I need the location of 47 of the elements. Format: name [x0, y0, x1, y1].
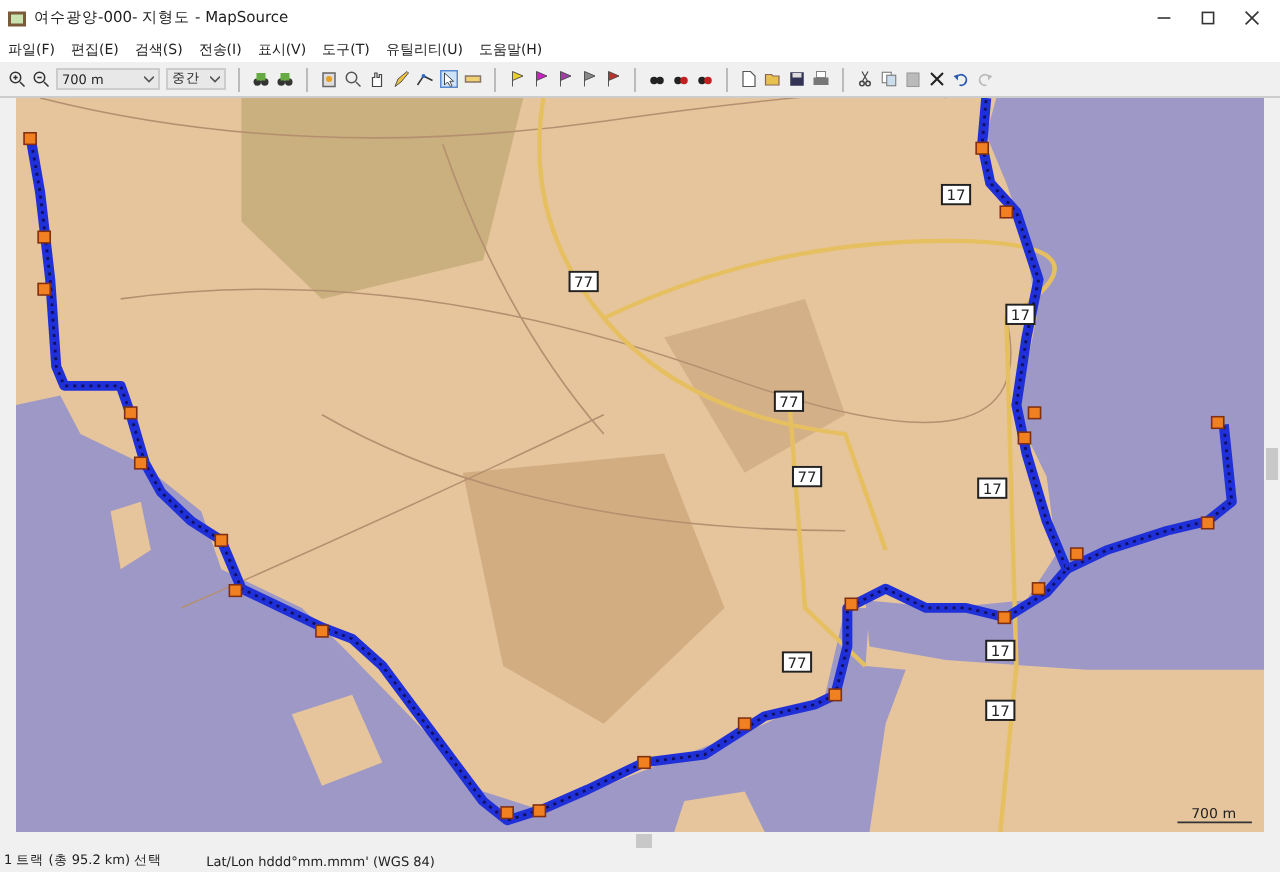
- waypoint-icon[interactable]: [1210, 415, 1225, 430]
- waypoint-icon[interactable]: [844, 597, 859, 611]
- waypoint-icon[interactable]: [315, 624, 329, 638]
- island: [291, 694, 383, 786]
- caret-icon: [144, 75, 154, 83]
- undo-icon[interactable]: [952, 70, 970, 88]
- waypoint-icon[interactable]: [23, 132, 37, 146]
- pointer-icon[interactable]: [440, 70, 458, 88]
- pen-icon[interactable]: [392, 70, 410, 88]
- island: [110, 501, 151, 570]
- binoculars-icon[interactable]: [276, 70, 294, 88]
- waypoint-icon[interactable]: [37, 230, 51, 244]
- waypoint-icon[interactable]: [123, 406, 138, 420]
- waypoint-icon[interactable]: [737, 717, 752, 731]
- cut-icon[interactable]: [856, 70, 874, 88]
- open-icon[interactable]: [764, 70, 782, 88]
- doc-icon[interactable]: [320, 70, 338, 88]
- hand-icon[interactable]: [368, 70, 386, 88]
- caret-icon: [210, 75, 220, 83]
- waypoint-icon[interactable]: [133, 456, 148, 470]
- print-icon[interactable]: [812, 70, 830, 88]
- waypoint-icon[interactable]: [1069, 547, 1084, 561]
- binoculars-icon[interactable]: [252, 70, 270, 88]
- waypoint-icon[interactable]: [1200, 516, 1215, 530]
- zoom-out-icon[interactable]: [32, 70, 50, 88]
- waypoint-icon[interactable]: [214, 533, 229, 547]
- waypoint-icon[interactable]: [532, 804, 547, 818]
- waypoint-icon[interactable]: [1031, 582, 1046, 596]
- maximize-icon[interactable]: [1200, 10, 1216, 26]
- save-icon[interactable]: [788, 70, 806, 88]
- waypoint-icon[interactable]: [637, 755, 651, 770]
- waypoint-icon[interactable]: [999, 205, 1014, 219]
- delete-icon[interactable]: [928, 70, 946, 88]
- ruler-icon[interactable]: [464, 70, 482, 88]
- copy-icon[interactable]: [880, 70, 898, 88]
- close-icon[interactable]: [1244, 10, 1260, 26]
- zoom-in-icon[interactable]: [8, 70, 26, 88]
- new-icon[interactable]: [740, 70, 758, 88]
- waypoint-icon[interactable]: [828, 688, 843, 702]
- waypoint-icon[interactable]: [37, 282, 51, 296]
- waypoint-icon[interactable]: [975, 141, 989, 155]
- route-icon[interactable]: [416, 70, 434, 88]
- waypoint-icon[interactable]: [500, 806, 514, 820]
- waypoint-icon[interactable]: [997, 611, 1012, 625]
- waypoint-icon[interactable]: [228, 583, 243, 598]
- app-icon: [8, 9, 26, 27]
- zoom-icon[interactable]: [344, 70, 362, 88]
